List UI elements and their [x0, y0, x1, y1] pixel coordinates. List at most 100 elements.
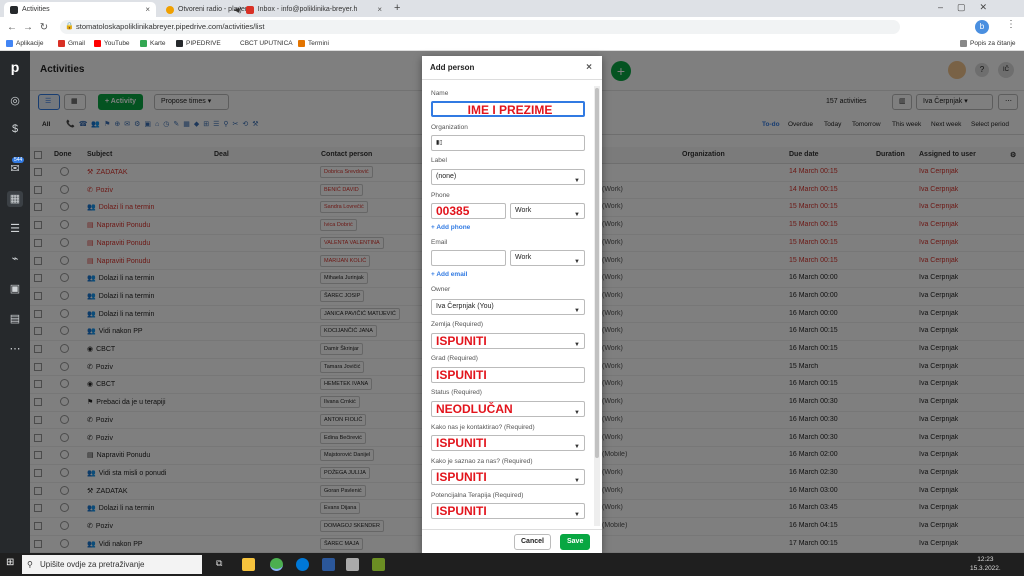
url-field[interactable]: 🔒 stomatoloskapoliklinikabreyer.pipedriv… — [60, 20, 900, 34]
bookmark-pipedrive[interactable]: PIPEDRIVE — [176, 40, 221, 47]
youtube-icon — [94, 40, 101, 47]
file-explorer-icon[interactable] — [242, 558, 255, 571]
modal-scrollbar[interactable] — [594, 86, 600, 526]
mail-icon[interactable]: ✉ — [7, 161, 23, 177]
more-icon[interactable]: ⋮ — [1006, 19, 1016, 30]
name-label: Name — [431, 90, 449, 97]
calendar-icon[interactable]: ▦ — [7, 191, 23, 207]
tab-label: Inbox - info@poliklinika-breyer.h — [257, 6, 358, 13]
close-icon[interactable]: × — [586, 56, 592, 80]
marketplace-icon[interactable]: ▤ — [7, 311, 23, 327]
pipedrive-icon — [176, 40, 183, 47]
chrome-icon[interactable] — [270, 558, 283, 571]
caret-down-icon: ▼ — [574, 410, 580, 416]
bookmark-label: PIPEDRIVE — [186, 40, 221, 47]
bookmark-maps[interactable]: Karte — [140, 40, 166, 47]
bookmark-termini[interactable]: Termini — [298, 40, 329, 47]
zemlja-select[interactable]: ISPUNITI ▼ — [431, 333, 585, 349]
app-icon[interactable] — [372, 558, 385, 571]
tab-inbox[interactable]: ◀) Inbox - info@poliklinika-breyer.h × — [228, 2, 388, 17]
reading-list[interactable]: Popis za čitanje — [960, 40, 1016, 47]
system-clock[interactable]: 12:23 15.3.2022. — [970, 555, 1001, 573]
modal-title: Add person — [430, 63, 475, 72]
organization-input[interactable]: ▮▯ — [431, 135, 585, 151]
caret-down-icon: ▼ — [574, 178, 580, 184]
app-icon[interactable] — [346, 558, 359, 571]
saznao-value: ISPUNITI — [436, 470, 487, 484]
modal-body: Name IME I PREZIME Organization ▮▯ Label… — [422, 81, 602, 529]
modal-header: Add person × — [422, 56, 602, 80]
products-icon[interactable]: ▣ — [7, 281, 23, 297]
email-type-select[interactable]: Work ▼ — [510, 250, 585, 266]
status-select[interactable]: NEODLUČAN ▼ — [431, 401, 585, 417]
status-label: Status (Required) — [431, 389, 482, 396]
scrollbar-thumb[interactable] — [595, 88, 599, 458]
word-icon[interactable] — [322, 558, 335, 571]
radio-favicon — [166, 5, 174, 14]
forward-icon[interactable]: → — [20, 22, 36, 33]
clock-time: 12:23 — [977, 556, 994, 563]
add-email-link[interactable]: + Add email — [431, 271, 467, 278]
gmail-favicon — [245, 5, 254, 14]
bookmark-apps[interactable]: Aplikacije — [6, 40, 43, 47]
window-controls[interactable]: –▢✕ — [938, 2, 1001, 13]
bookmark-cbct[interactable]: CBCT UPUTNICA — [240, 40, 293, 47]
windows-start-icon[interactable]: ⊞ — [6, 557, 14, 568]
new-tab-button[interactable]: + — [394, 2, 400, 14]
address-bar-row: ← → ↻ 🔒 stomatoloskapoliklinikabreyer.pi… — [0, 17, 1024, 37]
insights-icon[interactable]: ⌁ — [7, 251, 23, 267]
reading-list-label: Popis za čitanje — [970, 40, 1016, 47]
owner-select[interactable]: Iva Čerpnjak (You) ▼ — [431, 299, 585, 315]
saznao-label: Kako je saznao za nas? (Required) — [431, 458, 533, 465]
bookmark-youtube[interactable]: YouTube — [94, 40, 130, 47]
pipedrive-logo[interactable]: p — [7, 59, 23, 75]
label-select[interactable]: (none) ▼ — [431, 169, 585, 185]
bookmark-label: Gmail — [68, 40, 85, 47]
bookmark-label: Karte — [150, 40, 166, 47]
email-input[interactable] — [431, 250, 506, 266]
kontakt-select[interactable]: ISPUNITI ▼ — [431, 435, 585, 451]
caret-down-icon: ▼ — [574, 444, 580, 450]
name-value: IME I PREZIME — [467, 103, 553, 117]
grad-label: Grad (Required) — [431, 355, 478, 362]
contacts-icon[interactable]: ☰ — [7, 221, 23, 237]
profile-avatar[interactable]: b — [975, 20, 989, 34]
add-phone-link[interactable]: + Add phone — [431, 224, 470, 231]
save-button[interactable]: Save — [560, 534, 591, 550]
close-icon[interactable]: × — [377, 5, 382, 14]
task-view-icon[interactable]: ⧉ — [216, 558, 229, 571]
caret-down-icon: ▼ — [574, 308, 580, 314]
reload-icon[interactable]: ↻ — [36, 22, 52, 33]
cancel-button[interactable]: Cancel — [514, 534, 551, 550]
more-icon[interactable]: ⋯ — [7, 341, 23, 357]
target-icon[interactable]: ◎ — [7, 93, 23, 109]
phone-type-select[interactable]: Work ▼ — [510, 203, 585, 219]
terapija-label: Potencijalna Terapija (Required) — [431, 492, 524, 499]
grad-input[interactable]: ISPUNITI — [431, 367, 585, 383]
taskbar-search-text: Upišite ovdje za pretraživanje — [40, 560, 145, 569]
bookmark-label: Termini — [308, 40, 329, 47]
terapija-select[interactable]: ISPUNITI ▼ — [431, 503, 585, 519]
taskbar-search[interactable]: ⚲ Upišite ovdje za pretraživanje — [22, 555, 202, 574]
back-icon[interactable]: ← — [4, 22, 20, 33]
building-icon: ▮▯ — [436, 140, 443, 146]
close-icon[interactable]: × — [145, 5, 150, 14]
phone-input[interactable]: 00385 — [431, 203, 506, 219]
caret-down-icon: ▼ — [574, 478, 580, 484]
tab-activities[interactable]: Activities × — [4, 2, 156, 17]
windows-taskbar: ⊞ ⚲ Upišite ovdje za pretraživanje ⧉ 12:2… — [0, 553, 1024, 576]
zemlja-value: ISPUNITI — [436, 334, 487, 348]
label-label: Label — [431, 157, 447, 164]
speaker-icon: ◀) — [234, 6, 242, 14]
label-value: (none) — [436, 173, 457, 180]
caret-down-icon: ▼ — [574, 342, 580, 348]
name-input[interactable]: IME I PREZIME — [431, 101, 585, 117]
bookmark-label: CBCT UPUTNICA — [240, 40, 293, 47]
dollar-icon[interactable]: $ — [7, 121, 23, 137]
lock-icon: 🔒 — [65, 23, 74, 30]
bookmark-gmail[interactable]: Gmail — [58, 40, 85, 47]
saznao-select[interactable]: ISPUNITI ▼ — [431, 469, 585, 485]
skype-icon[interactable] — [296, 558, 309, 571]
zemlja-label: Zemlja (Required) — [431, 321, 484, 328]
termini-icon — [298, 40, 305, 47]
